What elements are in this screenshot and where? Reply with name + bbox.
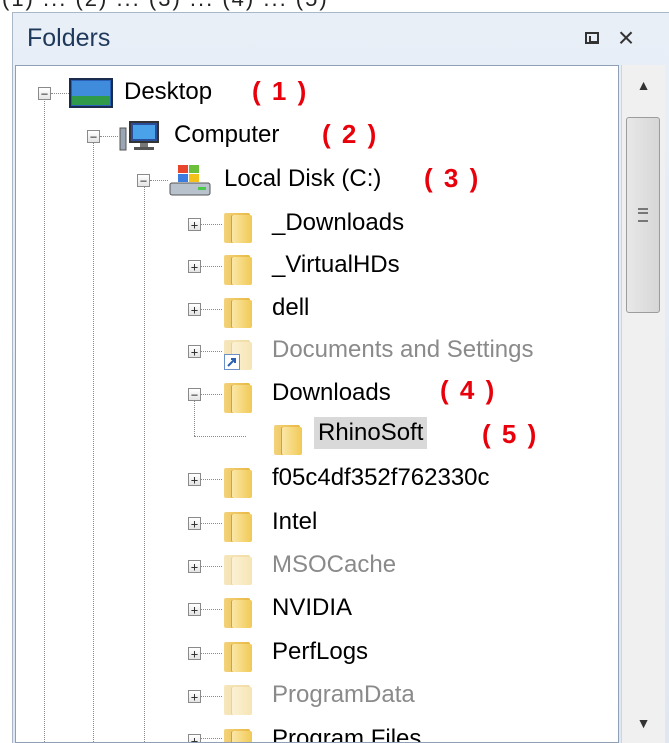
tree-node-virtualhds[interactable]: + _VirtualHDs <box>16 247 496 285</box>
desktop-icon <box>69 78 113 108</box>
expand-toggle[interactable]: + <box>188 345 201 358</box>
expand-toggle[interactable]: + <box>188 647 201 660</box>
tree-label: _Downloads <box>272 209 405 236</box>
tree-label: Documents and Settings <box>272 336 534 363</box>
annotation-3: ( 3 ) <box>424 163 481 193</box>
tree-label-selected: RhinoSoft <box>314 417 428 449</box>
tree-node-rhinosoft[interactable]: RhinoSoft ( 5 ) <box>16 417 586 455</box>
tree-node-perflogs[interactable]: + PerfLogs <box>16 634 496 672</box>
annotation-1: ( 1 ) <box>252 76 309 106</box>
tree-label: Downloads <box>272 379 391 406</box>
vertical-scrollbar[interactable]: ▲ ▼ <box>621 65 665 743</box>
expand-toggle[interactable]: + <box>188 218 201 231</box>
collapse-toggle[interactable]: − <box>137 174 150 187</box>
folder-shortcut-icon <box>224 336 254 370</box>
folder-tree[interactable]: − Desktop ( 1 ) − Computer ( 2 ) − Local… <box>15 65 619 743</box>
expand-toggle[interactable]: + <box>188 260 201 273</box>
tree-node-nvidia[interactable]: + NVIDIA <box>16 590 496 628</box>
folder-icon <box>224 681 254 715</box>
expand-toggle[interactable]: + <box>188 473 201 486</box>
scroll-thumb[interactable] <box>626 117 660 313</box>
tree-node-local-disk[interactable]: − Local Disk (C:) ( 3 ) <box>16 161 516 199</box>
tree-label: _VirtualHDs <box>272 251 400 278</box>
folder-icon <box>224 464 254 498</box>
tree-label: Program Files <box>272 725 422 743</box>
folder-icon <box>224 594 254 628</box>
folder-icon <box>224 508 254 542</box>
annotation-2: ( 2 ) <box>322 119 379 149</box>
folder-icon <box>224 251 254 285</box>
expand-toggle[interactable]: + <box>188 603 201 616</box>
tree-node-documents-and-settings[interactable]: + Documents and Settings <box>16 332 616 370</box>
tree-node-intel[interactable]: + Intel <box>16 504 496 542</box>
pane-title: Folders <box>27 24 111 52</box>
folder-icon <box>224 294 254 328</box>
tree-label: ProgramData <box>272 681 415 708</box>
local-disk-icon <box>169 165 211 196</box>
tree-label: MSOCache <box>272 551 397 578</box>
collapse-toggle[interactable]: − <box>188 388 201 401</box>
tree-node-downloads[interactable]: − Downloads ( 4 ) <box>16 375 536 413</box>
tree-label: dell <box>272 294 310 321</box>
tree-label: f05c4df352f762330c <box>272 464 490 491</box>
tree-node-f05c4df352f762330c[interactable]: + f05c4df352f762330c <box>16 460 576 498</box>
collapse-toggle[interactable]: − <box>38 87 51 100</box>
folder-icon <box>274 421 304 455</box>
restore-pane-button[interactable] <box>579 25 605 51</box>
folder-icon <box>224 379 254 413</box>
tree-node-underscore-downloads[interactable]: + _Downloads <box>16 205 496 243</box>
annotation-5: ( 5 ) <box>482 419 539 449</box>
grip-icon <box>638 208 648 222</box>
expand-toggle[interactable]: + <box>188 560 201 573</box>
annotation-4: ( 4 ) <box>440 375 497 405</box>
close-pane-button[interactable]: × <box>613 22 639 53</box>
scroll-down-button[interactable]: ▼ <box>622 703 665 743</box>
folder-icon <box>224 209 254 243</box>
tree-label: Computer <box>174 121 280 148</box>
tree-node-computer[interactable]: − Computer ( 2 ) <box>16 117 396 155</box>
tree-node-program-files[interactable]: + Program Files <box>16 721 496 743</box>
expand-toggle[interactable]: + <box>188 517 201 530</box>
tree-node-desktop[interactable]: − Desktop ( 1 ) <box>16 74 336 112</box>
folder-icon <box>224 638 254 672</box>
folders-pane: Folders × − Desktop (1) − Computer (2… <box>12 12 669 743</box>
pane-header: Folders × <box>13 13 669 63</box>
tree-label: Desktop <box>124 78 213 105</box>
tree-label: PerfLogs <box>272 638 369 665</box>
scroll-up-button[interactable]: ▲ <box>622 65 665 105</box>
clipped-caption: (1) ... (2) ... (3) ... (4) ... (5) <box>0 0 669 12</box>
collapse-toggle[interactable]: − <box>87 130 100 143</box>
tree-label: NVIDIA <box>272 594 353 621</box>
expand-toggle[interactable]: + <box>188 303 201 316</box>
restore-icon <box>585 32 599 44</box>
clipped-caption-text: (1) ... (2) ... (3) ... (4) ... (5) <box>2 0 329 12</box>
folder-icon <box>224 551 254 585</box>
tree-label: Intel <box>272 508 318 535</box>
tree-label: Local Disk (C:) <box>224 165 382 192</box>
tree-node-dell[interactable]: + dell <box>16 290 496 328</box>
expand-toggle[interactable]: + <box>188 690 201 703</box>
computer-icon <box>119 121 159 151</box>
folder-icon <box>224 725 254 742</box>
tree-node-programdata[interactable]: + ProgramData <box>16 677 496 715</box>
tree-node-msocache[interactable]: + MSOCache <box>16 547 496 585</box>
